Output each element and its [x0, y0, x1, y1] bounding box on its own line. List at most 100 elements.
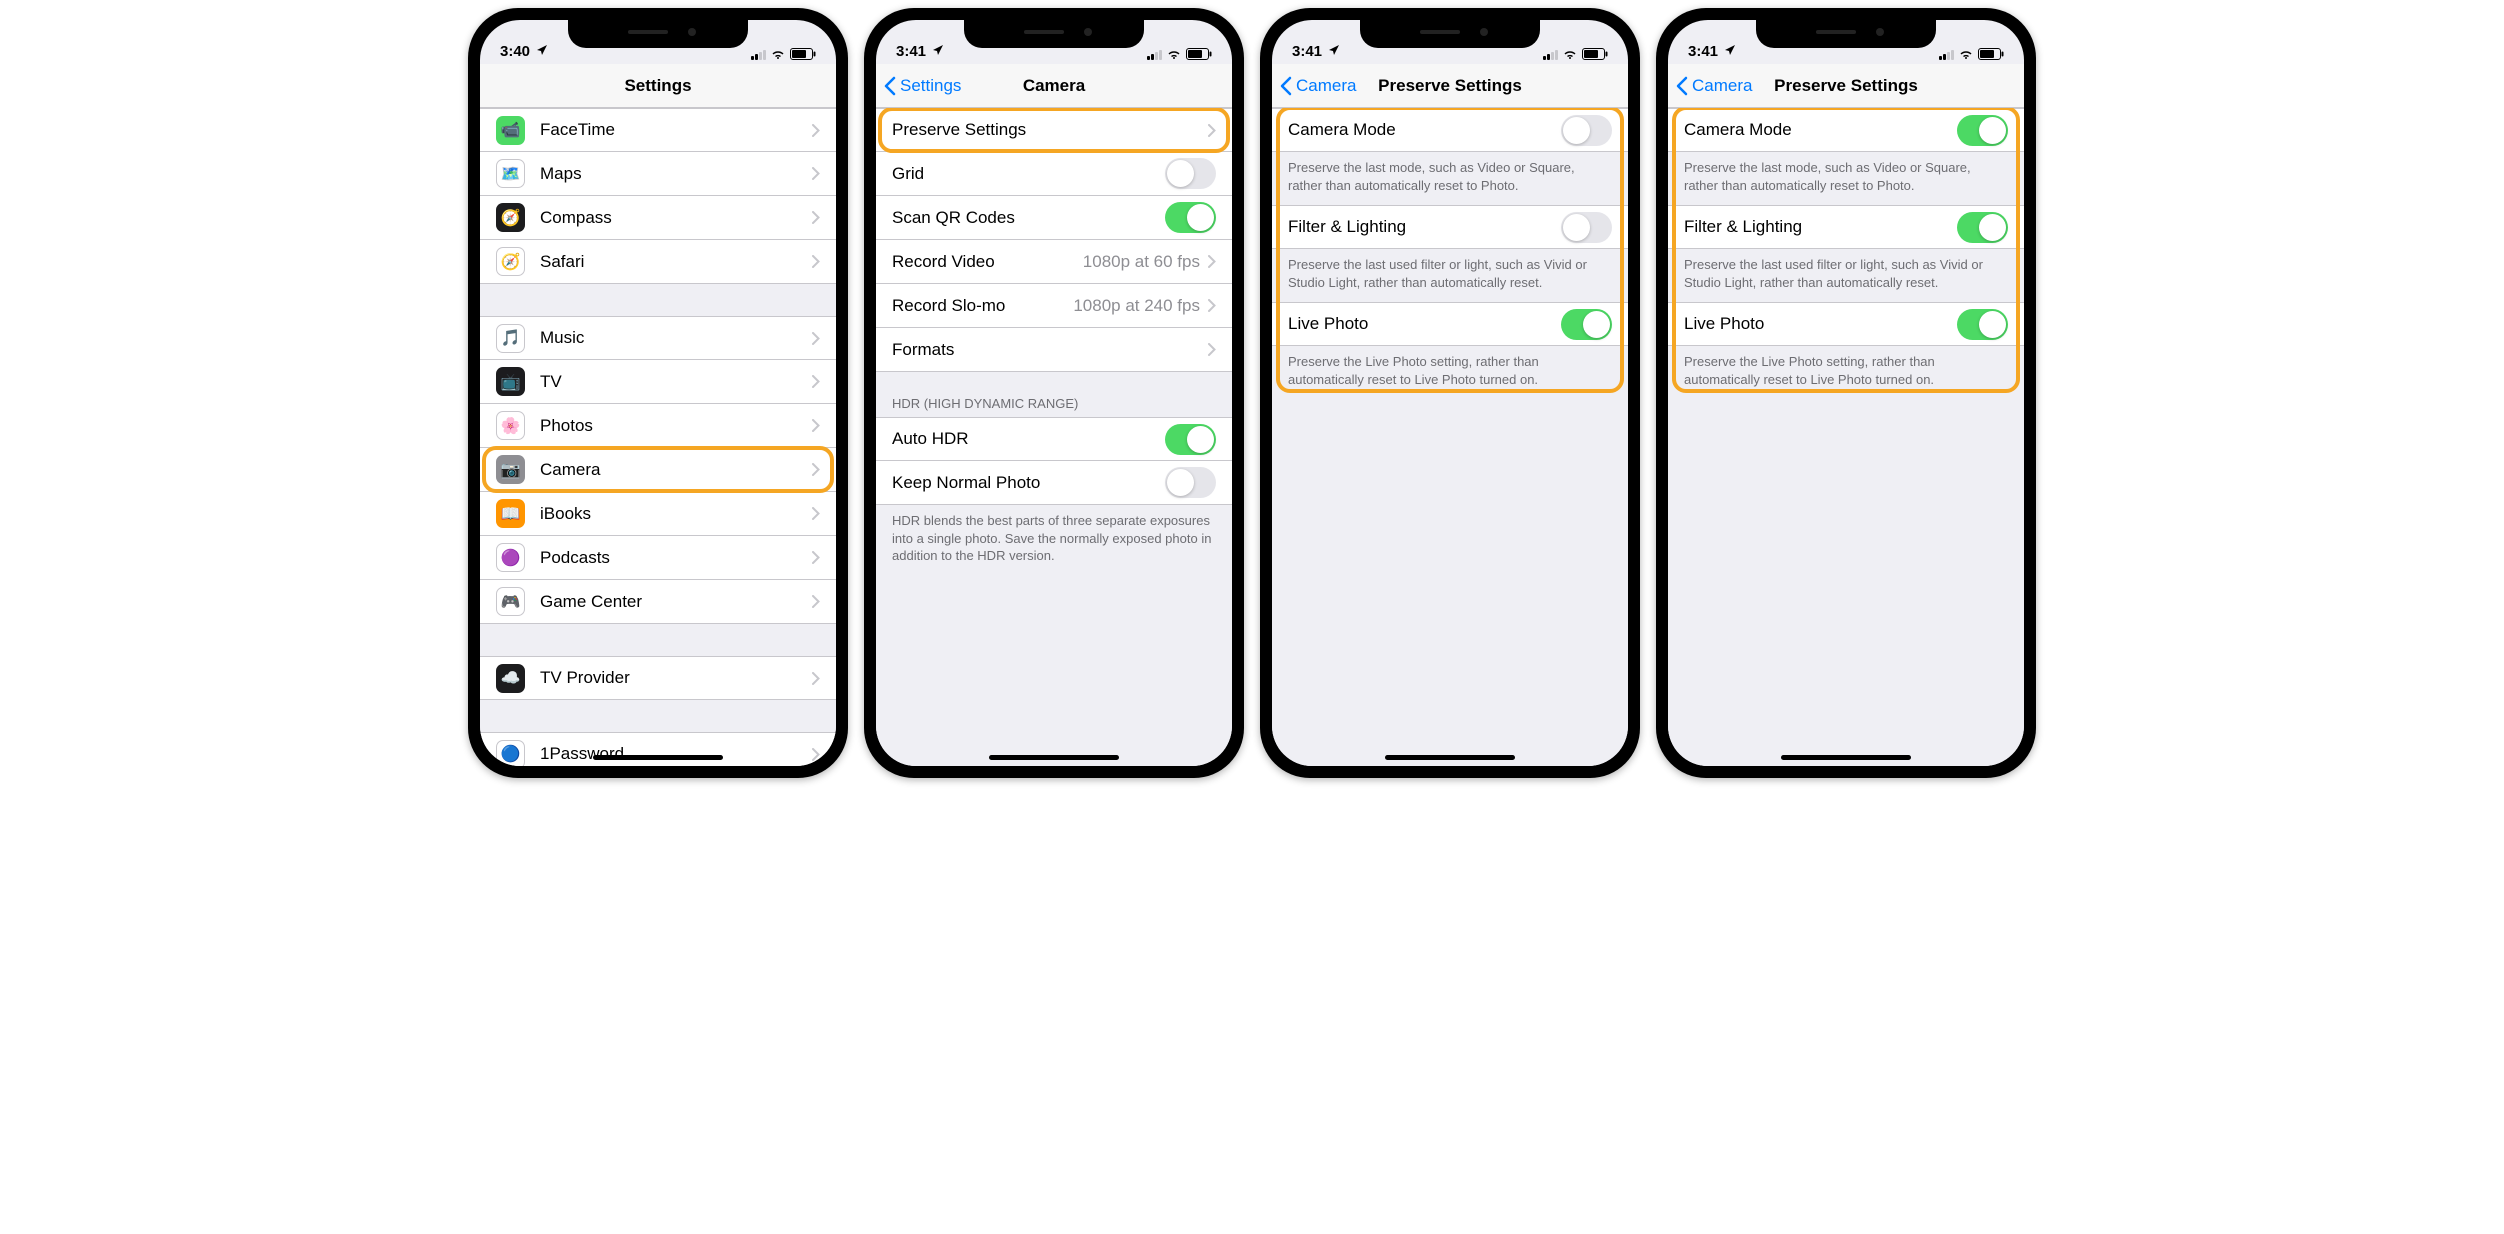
onepassword-app-icon: 🔵: [496, 740, 525, 767]
settings-row[interactable]: Live Photo: [1668, 302, 2024, 346]
chevron-right-icon: [812, 595, 820, 608]
settings-row[interactable]: 🧭 Safari: [480, 240, 836, 284]
settings-group: Camera ModePreserve the last mode, such …: [1272, 108, 1628, 201]
toggle-switch[interactable]: [1561, 115, 1612, 146]
back-button[interactable]: Settings: [884, 76, 961, 96]
signal-icon: [1147, 49, 1162, 60]
row-label: Music: [540, 328, 812, 348]
settings-group: HDR (HIGH DYNAMIC RANGE)Auto HDRKeep Nor…: [876, 390, 1232, 572]
chevron-right-icon: [812, 375, 820, 388]
toggle-switch[interactable]: [1957, 212, 2008, 243]
settings-row[interactable]: 📹FaceTime: [480, 108, 836, 152]
screen: 3:41 CameraPreserve SettingsCamera ModeP…: [1668, 20, 2024, 766]
back-button[interactable]: Camera: [1280, 76, 1356, 96]
settings-row[interactable]: Live Photo: [1272, 302, 1628, 346]
content-area[interactable]: Preserve SettingsGridScan QR CodesRecord…: [876, 108, 1232, 766]
content-area[interactable]: Camera Mode Preserve the last mode, such …: [1668, 108, 2024, 766]
time-label: 3:41: [1292, 43, 1322, 60]
back-button[interactable]: Camera: [1676, 76, 1752, 96]
chevron-right-icon: [812, 167, 820, 180]
settings-row[interactable]: 🟣Podcasts: [480, 536, 836, 580]
settings-row[interactable]: Formats: [876, 328, 1232, 372]
row-label: Safari: [540, 252, 812, 272]
navigation-bar: Camera Preserve Settings: [1272, 64, 1628, 108]
settings-row[interactable]: Scan QR Codes: [876, 196, 1232, 240]
settings-row[interactable]: 📺TV: [480, 360, 836, 404]
location-icon: [932, 43, 944, 60]
settings-group: Live PhotoPreserve the Live Photo settin…: [1272, 302, 1628, 395]
back-label: Camera: [1296, 76, 1356, 96]
page-title: Preserve Settings: [1378, 76, 1522, 96]
settings-row[interactable]: Grid: [876, 152, 1232, 196]
settings-row[interactable]: 📖iBooks: [480, 492, 836, 536]
home-indicator[interactable]: [1781, 755, 1911, 760]
settings-row[interactable]: 🌸Photos: [480, 404, 836, 448]
settings-row[interactable]: 🎮Game Center: [480, 580, 836, 624]
signal-icon: [1939, 49, 1954, 60]
content-area[interactable]: 📹FaceTime🗺️Maps🧭Compass 🧭 Safari 🎵 Music 📺TV🌸…: [480, 108, 836, 766]
chevron-right-icon: [812, 255, 820, 268]
chevron-right-icon: [812, 672, 820, 685]
settings-row[interactable]: 🗺️Maps: [480, 152, 836, 196]
settings-group: 🎵 Music 📺TV🌸Photos📷Camera📖iBooks🟣Podcasts🎮…: [480, 316, 836, 624]
group-footer: Preserve the Live Photo setting, rather …: [1668, 346, 2024, 395]
settings-row[interactable]: 🔵 1Password: [480, 732, 836, 766]
settings-row[interactable]: Auto HDR: [876, 417, 1232, 461]
row-detail: 1080p at 60 fps: [1083, 252, 1200, 272]
iphone-mockup: 3:41 SettingsCameraPreserve SettingsGrid…: [864, 8, 1244, 778]
row-label: Record Slo-mo: [892, 296, 1073, 316]
signal-icon: [751, 49, 766, 60]
settings-row[interactable]: Preserve Settings: [876, 108, 1232, 152]
navigation-bar: Settings: [480, 64, 836, 108]
settings-group: 📹FaceTime🗺️Maps🧭Compass 🧭 Safari: [480, 108, 836, 284]
settings-row[interactable]: Keep Normal Photo: [876, 461, 1232, 505]
row-label: FaceTime: [540, 120, 812, 140]
settings-row[interactable]: Record Slo-mo1080p at 240 fps: [876, 284, 1232, 328]
toggle-switch[interactable]: [1165, 158, 1216, 189]
location-icon: [1328, 43, 1340, 60]
toggle-switch[interactable]: [1561, 309, 1612, 340]
chevron-right-icon: [812, 551, 820, 564]
row-label: Keep Normal Photo: [892, 473, 1165, 493]
chevron-right-icon: [812, 463, 820, 476]
row-detail: 1080p at 240 fps: [1073, 296, 1200, 316]
toggle-switch[interactable]: [1957, 309, 2008, 340]
row-label: Grid: [892, 164, 1165, 184]
back-label: Camera: [1692, 76, 1752, 96]
music-app-icon: 🎵: [496, 324, 525, 353]
safari-app-icon: 🧭: [496, 247, 525, 276]
row-label: Photos: [540, 416, 812, 436]
row-label: Camera Mode: [1684, 120, 1957, 140]
settings-row[interactable]: Camera Mode: [1272, 108, 1628, 152]
home-indicator[interactable]: [1385, 755, 1515, 760]
row-label: Live Photo: [1288, 314, 1561, 334]
status-time: 3:40: [500, 43, 548, 60]
content-area[interactable]: Camera ModePreserve the last mode, such …: [1272, 108, 1628, 766]
settings-row[interactable]: ☁️TV Provider: [480, 656, 836, 700]
toggle-switch[interactable]: [1165, 424, 1216, 455]
settings-row[interactable]: 🎵 Music: [480, 316, 836, 360]
settings-row[interactable]: Filter & Lighting: [1272, 205, 1628, 249]
chevron-right-icon: [1208, 299, 1216, 312]
toggle-switch[interactable]: [1165, 467, 1216, 498]
settings-row[interactable]: Filter & Lighting: [1668, 205, 2024, 249]
page-title: Camera: [1023, 76, 1085, 96]
settings-row[interactable]: Camera Mode: [1668, 108, 2024, 152]
group-footer: Preserve the last mode, such as Video or…: [1668, 152, 2024, 201]
chevron-right-icon: [812, 211, 820, 224]
row-label: Auto HDR: [892, 429, 1165, 449]
toggle-switch[interactable]: [1165, 202, 1216, 233]
row-label: Camera Mode: [1288, 120, 1561, 140]
toggle-switch[interactable]: [1957, 115, 2008, 146]
row-label: iBooks: [540, 504, 812, 524]
toggle-switch[interactable]: [1561, 212, 1612, 243]
row-label: 1Password: [540, 744, 812, 764]
row-label: Camera: [540, 460, 812, 480]
home-indicator[interactable]: [989, 755, 1119, 760]
screen: 3:41 Camera Preserve Settings Camera ModeP…: [1272, 20, 1628, 766]
settings-group: 🔵1Password🕐9to5Mac: [480, 732, 836, 766]
settings-row[interactable]: Record Video1080p at 60 fps: [876, 240, 1232, 284]
home-indicator[interactable]: [593, 755, 723, 760]
settings-row[interactable]: 🧭Compass: [480, 196, 836, 240]
settings-row[interactable]: 📷Camera: [480, 448, 836, 492]
